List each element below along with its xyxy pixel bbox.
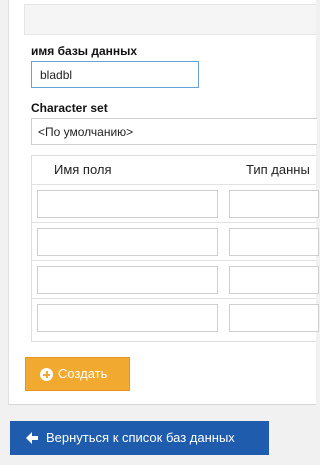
back-to-db-list-button[interactable]: Вернуться к список баз данных <box>10 421 269 455</box>
column-header-data-type: Тип данны <box>246 162 310 177</box>
charset-label: Character set <box>31 101 108 115</box>
field-name-input[interactable] <box>37 190 218 218</box>
arrow-left-icon <box>26 432 38 444</box>
field-name-input[interactable] <box>37 228 218 256</box>
plus-circle-icon <box>40 368 53 381</box>
data-type-input[interactable] <box>229 228 319 256</box>
table-row <box>32 298 319 336</box>
table-row <box>32 222 319 260</box>
field-name-input[interactable] <box>37 304 218 332</box>
column-header-field-name: Имя поля <box>54 162 112 177</box>
form-panel: имя базы данных Character set <По умолча… <box>8 0 319 405</box>
panel-header-bar <box>24 4 316 35</box>
db-name-label: имя базы данных <box>31 44 138 58</box>
data-type-input[interactable] <box>229 190 319 218</box>
charset-select[interactable]: <По умолчанию> <box>31 118 317 145</box>
table-row <box>32 260 319 298</box>
create-button[interactable]: Создать <box>25 357 130 391</box>
table-row <box>32 184 319 222</box>
data-type-input[interactable] <box>229 266 319 294</box>
back-button-label: Вернуться к список баз данных <box>46 430 235 445</box>
create-button-label: Создать <box>58 366 108 381</box>
fields-table: Имя поля Тип данны <box>31 155 319 342</box>
db-name-input[interactable] <box>31 61 199 88</box>
field-name-input[interactable] <box>37 266 218 294</box>
data-type-input[interactable] <box>229 304 319 332</box>
